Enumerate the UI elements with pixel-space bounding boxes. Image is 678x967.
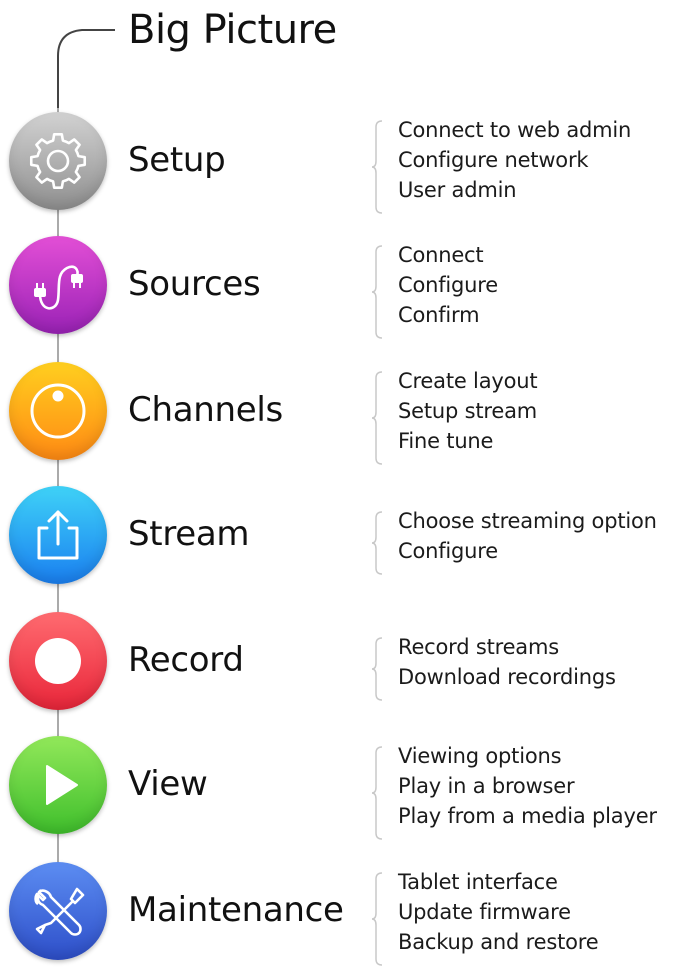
step-item: Connect to web admin [398,118,632,142]
step-item: Setup stream [398,399,537,423]
step-brace [371,746,383,840]
step-items: Connect to web admin Configure network Use… [398,115,631,205]
record-dot-icon [35,638,81,684]
page-title: Big Picture [128,7,337,53]
step-items: Choose streaming option Configure [398,506,657,566]
step-row-record: Record Record streams Download recordings [0,612,678,712]
step-items: Tablet interface Update firmware Backup an… [398,867,599,957]
step-items: Viewing options Play in a browser Play fro… [398,741,657,831]
step-items: Create layout Setup stream Fine tune [398,366,538,456]
step-item: Download recordings [398,665,616,689]
step-label: Setup [128,140,226,180]
step-label: Sources [128,264,261,304]
step-label: Channels [128,390,283,430]
play-icon [46,765,78,805]
step-item: Connect [398,243,484,267]
step-row-stream: Stream Choose streaming option Configure [0,486,678,586]
step-item: Configure network [398,148,589,172]
dial-icon [30,383,86,439]
step-label: Record [128,640,244,680]
step-brace [371,511,383,575]
step-item: Tablet interface [398,870,558,894]
step-item: Viewing options [398,744,562,768]
step-row-view: View Viewing options Play in a browser Pla… [0,736,678,840]
step-item: Record streams [398,635,559,659]
step-brace [371,371,383,465]
step-item: Play in a browser [398,774,575,798]
step-icon-circle [9,112,107,210]
step-brace [371,120,383,214]
step-item: Play from a media player [398,804,657,828]
step-label: Stream [128,514,250,554]
step-items: Record streams Download recordings [398,632,616,692]
step-row-setup: Setup Connect to web admin Configure netw… [0,112,678,214]
step-item: Configure [398,539,498,563]
cable-plug-icon [34,265,83,310]
step-row-maintenance: Maintenance Tablet interface Update firmw… [0,862,678,966]
step-icon-circle [9,486,107,584]
step-brace [371,245,383,339]
step-item: User admin [398,178,517,202]
step-label: Maintenance [128,890,344,930]
title-connector [57,29,115,108]
step-row-channels: Channels Create layout Setup stream Fine t… [0,362,678,465]
step-row-sources: Sources Connect Configure Confirm [0,236,678,339]
step-icon-circle [9,612,107,710]
step-brace [371,872,383,966]
step-icon-circle [9,236,107,334]
step-item: Fine tune [398,429,494,453]
step-item: Update firmware [398,900,571,924]
step-item: Create layout [398,369,538,393]
wrench-screwdriver-icon [34,887,85,936]
step-item: Confirm [398,303,480,327]
share-upload-icon [37,510,79,560]
step-icon-circle [9,362,107,460]
step-brace [371,637,383,701]
step-item: Choose streaming option [398,509,657,533]
step-item: Configure [398,273,498,297]
step-icon-circle [9,736,107,834]
step-icon-circle [9,862,107,960]
step-label: View [128,764,208,804]
step-items: Connect Configure Confirm [398,240,498,330]
gear-icon [29,132,87,190]
step-item: Backup and restore [398,930,599,954]
